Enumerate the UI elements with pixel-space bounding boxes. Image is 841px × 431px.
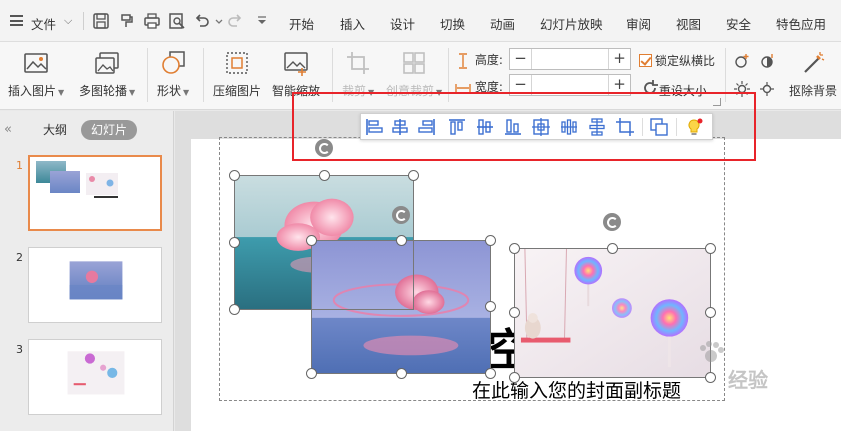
resize-handle[interactable] bbox=[485, 235, 496, 246]
tab-outline[interactable]: 大纲 bbox=[33, 120, 77, 140]
resize-handle[interactable] bbox=[485, 368, 496, 379]
picture-2[interactable] bbox=[311, 240, 491, 374]
separator bbox=[147, 48, 148, 102]
paw-logo-icon bbox=[697, 338, 725, 366]
menu-bar: 文件 ⌵ 开始 插入 设计 切换 动画 幻灯片放映 审阅 视图 安全 特色应用 bbox=[0, 0, 841, 42]
resize-handle[interactable] bbox=[705, 372, 716, 383]
resize-handle[interactable] bbox=[607, 243, 618, 254]
resize-handle[interactable] bbox=[306, 368, 317, 379]
contrast-icon[interactable] bbox=[758, 52, 776, 70]
remove-background-button[interactable]: 抠除背景 bbox=[789, 50, 837, 99]
color-icon[interactable] bbox=[758, 80, 776, 98]
resize-handle[interactable] bbox=[319, 170, 330, 181]
rotate-handle-icon[interactable] bbox=[603, 213, 621, 231]
smart-zoom-icon bbox=[283, 50, 309, 76]
height-decrease-button[interactable]: − bbox=[510, 49, 532, 69]
resize-handle[interactable] bbox=[229, 237, 240, 248]
compress-picture-button[interactable]: 压缩图片 bbox=[213, 50, 261, 99]
subtitle-text[interactable]: 在此输入您的封面副标题 bbox=[472, 376, 681, 403]
resize-handle[interactable] bbox=[306, 235, 317, 246]
tab-security[interactable]: 安全 bbox=[726, 14, 751, 33]
height-increase-button[interactable]: + bbox=[608, 49, 630, 69]
tab-transition[interactable]: 切换 bbox=[440, 14, 465, 33]
slide-number: 3 bbox=[16, 343, 23, 356]
picture-icon bbox=[23, 50, 49, 76]
tab-insert[interactable]: 插入 bbox=[340, 14, 365, 33]
highlight-annotation bbox=[292, 92, 756, 161]
tab-home[interactable]: 开始 bbox=[289, 14, 314, 33]
undo-dropdown-icon[interactable] bbox=[210, 12, 223, 30]
picture-3[interactable] bbox=[514, 248, 711, 378]
redo-icon[interactable] bbox=[226, 12, 244, 30]
resize-handle[interactable] bbox=[396, 368, 407, 379]
watermark-text: 经验 bbox=[728, 368, 768, 392]
slide-thumbnail-3[interactable] bbox=[28, 339, 162, 415]
collapse-panel-icon[interactable]: « bbox=[4, 122, 12, 137]
chevron-down-icon[interactable]: ⌵ bbox=[64, 14, 72, 28]
menu-icon[interactable] bbox=[10, 15, 23, 26]
tab-special-apps[interactable]: 特色应用 bbox=[776, 14, 826, 33]
magic-wand-icon bbox=[800, 50, 826, 76]
resize-handle[interactable] bbox=[485, 301, 496, 312]
separator bbox=[203, 48, 204, 102]
slide-number: 2 bbox=[16, 251, 23, 264]
resize-handle[interactable] bbox=[396, 235, 407, 246]
undo-icon[interactable] bbox=[193, 12, 211, 30]
file-menu[interactable]: 文件 bbox=[31, 14, 56, 33]
resize-handle[interactable] bbox=[229, 304, 240, 315]
carousel-icon bbox=[94, 50, 120, 76]
tab-slideshow[interactable]: 幻灯片放映 bbox=[540, 14, 603, 33]
multi-carousel-button[interactable]: 多图轮播 ▼ bbox=[79, 50, 135, 99]
slides-panel: « 大纲 幻灯片 1 2 3 bbox=[0, 111, 174, 431]
shape-button[interactable]: 形状 ▼ bbox=[157, 50, 189, 99]
insert-picture-button[interactable]: 插入图片 ▼ bbox=[8, 50, 64, 99]
resize-handle[interactable] bbox=[509, 243, 520, 254]
lock-aspect-ratio-checkbox[interactable]: 锁定纵横比 bbox=[639, 52, 715, 69]
slide-thumbnail-1[interactable] bbox=[28, 155, 162, 231]
height-stepper[interactable]: − + bbox=[509, 48, 631, 70]
tab-design[interactable]: 设计 bbox=[390, 14, 415, 33]
slide-number: 1 bbox=[16, 159, 23, 172]
shape-icon bbox=[160, 50, 186, 76]
height-icon bbox=[455, 52, 471, 69]
resize-handle[interactable] bbox=[229, 170, 240, 181]
resize-handle[interactable] bbox=[705, 243, 716, 254]
resize-handle[interactable] bbox=[408, 170, 419, 181]
reset-icon bbox=[641, 79, 658, 94]
checkbox-checked-icon bbox=[639, 54, 652, 67]
save-icon[interactable] bbox=[92, 12, 110, 30]
format-painter-icon[interactable] bbox=[118, 12, 136, 30]
separator bbox=[83, 12, 84, 30]
rotate-handle-icon[interactable] bbox=[392, 206, 410, 224]
customize-toolbar-icon[interactable] bbox=[253, 12, 266, 30]
tab-view[interactable]: 视图 bbox=[676, 14, 701, 33]
print-preview-icon[interactable] bbox=[168, 12, 186, 30]
creative-crop-icon bbox=[401, 50, 427, 76]
print-icon[interactable] bbox=[143, 12, 161, 30]
resize-handle[interactable] bbox=[509, 307, 520, 318]
tab-animation[interactable]: 动画 bbox=[490, 14, 515, 33]
add-effect-icon[interactable] bbox=[733, 52, 751, 70]
tab-review[interactable]: 审阅 bbox=[626, 14, 651, 33]
tab-slides[interactable]: 幻灯片 bbox=[81, 120, 138, 140]
compress-icon bbox=[224, 50, 250, 76]
crop-icon bbox=[345, 50, 371, 76]
resize-handle[interactable] bbox=[705, 307, 716, 318]
slide-thumbnail-2[interactable] bbox=[28, 247, 162, 323]
resize-handle[interactable] bbox=[509, 372, 520, 383]
height-label-group: 高度: bbox=[455, 51, 503, 69]
